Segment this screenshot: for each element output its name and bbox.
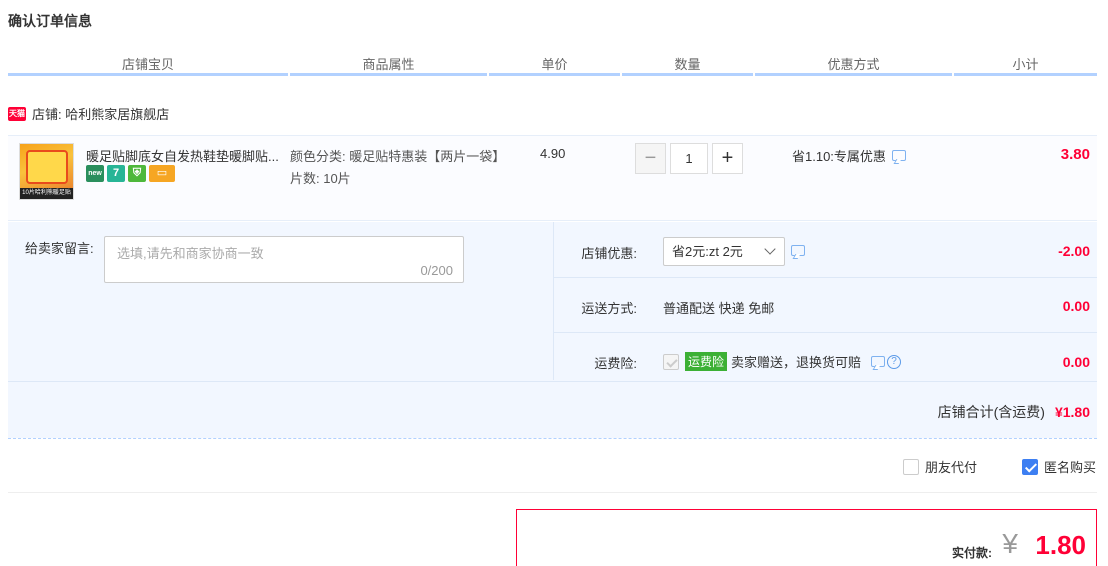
shop-discount-amount: -2.00 xyxy=(1058,243,1090,259)
friend-pay-checkbox[interactable] xyxy=(903,458,919,475)
unit-price: 4.90 xyxy=(540,146,566,161)
header-underline xyxy=(8,73,288,76)
quantity-input[interactable]: 1 xyxy=(670,143,708,174)
insurance-row: 运费险 卖家赠送，退换货可赔 ? xyxy=(663,352,902,371)
shop-discount-selected: 省2元:zt 2元 xyxy=(672,244,743,259)
shop-total-label: 店铺合计(含运费) xyxy=(937,404,1045,420)
column-header-discount: 优惠方式 xyxy=(827,57,880,72)
row-divider xyxy=(554,332,1097,333)
message-input[interactable]: 选填,请先和商家协商一致 0/200 xyxy=(104,236,464,283)
shipping-label: 运送方式: xyxy=(581,301,637,316)
anonymous-checkbox[interactable] xyxy=(1022,458,1038,475)
column-header-quantity: 数量 xyxy=(674,57,701,72)
chat-icon[interactable] xyxy=(791,245,805,256)
discount-text: 省1.10:专属优惠 xyxy=(792,149,886,164)
column-header-subtotal: 小计 xyxy=(1012,57,1039,72)
header-underline xyxy=(489,73,620,76)
payment-currency: ¥ xyxy=(1002,528,1018,559)
insurance-desc: 卖家赠送，退换货可赔 xyxy=(731,355,862,370)
header-underline xyxy=(290,73,487,76)
insurance-checkbox[interactable] xyxy=(663,353,679,370)
friend-pay-option[interactable]: 朋友代付 xyxy=(903,457,977,476)
discount-info: 省1.10:专属优惠 xyxy=(792,146,906,165)
message-char-count: 0/200 xyxy=(420,263,453,278)
shop-discount-label: 店铺优惠: xyxy=(581,246,637,261)
anonymous-label: 匿名购买 xyxy=(1044,460,1097,475)
chevron-down-icon xyxy=(764,243,776,255)
help-icon[interactable]: ? xyxy=(887,354,902,369)
service-badges: new 7 ⛨ ▭ xyxy=(86,165,175,182)
insurance-amount: 0.00 xyxy=(1062,354,1090,370)
header-underline xyxy=(622,73,753,76)
decrease-button[interactable]: − xyxy=(635,143,666,174)
anonymous-option[interactable]: 匿名购买 xyxy=(1022,457,1096,476)
shipping-amount: 0.00 xyxy=(1062,298,1090,314)
header-underline xyxy=(954,73,1097,76)
product-attributes: 颜色分类: 暖足贴特惠装【两片一袋】 片数: 10片 xyxy=(290,146,506,190)
seven-day-return-icon: 7 xyxy=(107,165,125,182)
attr-color: 颜色分类: 暖足贴特惠装【两片一袋】 xyxy=(290,149,506,164)
payment-amount: 1.80 xyxy=(1035,530,1086,560)
payment-summary: 实付款: ¥ 1.80 xyxy=(516,509,1097,566)
message-placeholder: 选填,请先和商家协商一致 xyxy=(117,246,264,261)
message-label: 给卖家留言: xyxy=(25,241,94,256)
attr-count: 片数: 10片 xyxy=(290,171,351,186)
payment-label: 实付款: xyxy=(952,546,992,560)
header-underline xyxy=(755,73,952,76)
item-subtotal: 3.80 xyxy=(1060,146,1090,163)
shop-total-row xyxy=(8,381,1097,438)
shop-total-amount: ¥1.80 xyxy=(1054,404,1090,420)
product-image xyxy=(26,150,68,184)
increase-button[interactable]: + xyxy=(712,143,743,174)
column-header-unit-price: 单价 xyxy=(541,57,568,72)
new-badge-icon: new xyxy=(86,165,104,182)
chat-icon[interactable] xyxy=(871,356,886,367)
chat-icon[interactable] xyxy=(891,150,906,161)
shop-row: 天猫 店铺: 哈利熊家居旗舰店 xyxy=(8,104,169,123)
shop-name[interactable]: 店铺: 哈利熊家居旗舰店 xyxy=(32,104,169,123)
thumbnail-caption: 10片哈利熊暖足贴 xyxy=(20,188,73,199)
shop-total: 店铺合计(含运费) ¥1.80 xyxy=(938,402,1090,422)
quantity-stepper: − 1 + xyxy=(635,143,743,174)
friend-pay-label: 朋友代付 xyxy=(925,460,978,475)
page-title: 确认订单信息 xyxy=(8,13,92,29)
tmall-icon: 天猫 xyxy=(8,106,26,121)
divider xyxy=(8,438,1097,439)
column-header-attributes: 商品属性 xyxy=(362,57,415,72)
shipping-method: 普通配送 快递 免邮 xyxy=(663,301,775,316)
product-title[interactable]: 暖足贴脚底女自发热鞋垫暖脚贴... xyxy=(86,146,284,165)
row-divider xyxy=(554,277,1097,278)
guarantee-icon: ⛨ xyxy=(128,165,146,182)
product-thumbnail[interactable]: 10片哈利熊暖足贴 xyxy=(19,143,74,200)
insurance-tag: 运费险 xyxy=(685,352,728,371)
divider xyxy=(8,492,1097,493)
shop-discount-select[interactable]: 省2元:zt 2元 xyxy=(663,237,785,266)
insurance-label: 运费险: xyxy=(594,356,637,371)
panel-divider xyxy=(553,222,554,380)
card-payment-icon: ▭ xyxy=(149,165,175,182)
column-header-item: 店铺宝贝 xyxy=(121,57,174,72)
